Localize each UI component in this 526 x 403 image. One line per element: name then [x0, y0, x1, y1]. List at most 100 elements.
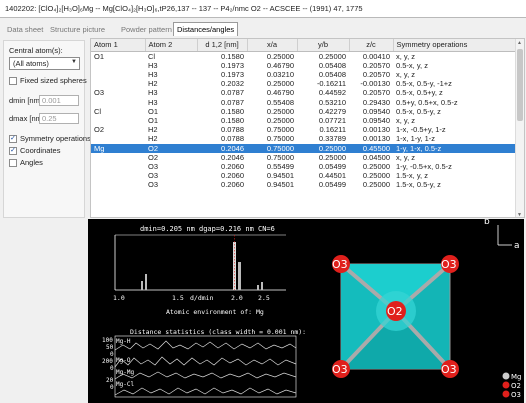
dmin-field: dmin [nm]: 0.001: [9, 94, 79, 107]
symmetry-operations-label: Symmetry operations: [20, 134, 91, 143]
table-cell: 0.55408: [266, 97, 294, 107]
table-cell: 0.09540: [362, 115, 390, 125]
table-cell: O3: [148, 161, 159, 171]
dmax-label: dmax [nm]:: [9, 114, 47, 123]
table-row[interactable]: H3 0.1973 0.46790 0.05408 0.20570 0.5-x, y, z: [91, 61, 517, 70]
col-atom1-header[interactable]: Atom 1: [91, 39, 146, 52]
table-cell: 0.45500: [349, 143, 393, 153]
table-cell: 0.46790: [266, 60, 294, 70]
table-cell: 0.75000: [266, 125, 294, 135]
table-cell: H3: [148, 69, 158, 79]
table-cell: 0.05408: [318, 60, 346, 70]
table-cell: 0.5+y, 0.5+x, 0.5-z: [396, 97, 458, 107]
angles-checkbox[interactable]: Angles: [9, 157, 79, 168]
table-cell: H2: [148, 134, 158, 144]
table-cell: [91, 116, 145, 125]
stats-ytick: 20: [106, 377, 114, 384]
table-cell: 0.1580: [221, 106, 244, 116]
tab-distances-angles[interactable]: Distances/angles: [173, 22, 239, 36]
center-atom-label: O2: [387, 305, 403, 318]
table-row[interactable]: O3 0.2060 0.94501 0.05499 0.25000 1.5-x, 0.5-…: [91, 180, 517, 189]
table-row[interactable]: O2 H2 0.0788 0.75000 0.16211 0.00130 1-x, -0.5…: [91, 125, 517, 134]
scroll-up-icon[interactable]: ▲: [517, 40, 522, 46]
table-cell: 0.55499: [266, 161, 294, 171]
structure-legend: Mg O2 O3: [502, 372, 521, 399]
tab-powder-pattern[interactable]: Powder pattern: [118, 24, 175, 36]
distances-table: Atom 1 Atom 2 d 1,2 [nm] x/a y/b z/c Sym…: [91, 39, 518, 190]
table-row[interactable]: H3 0.1973 0.03210 0.05408 0.20570 x, y, z: [91, 70, 517, 79]
table-cell: 0.25000: [266, 115, 294, 125]
table-header-row: Atom 1 Atom 2 d 1,2 [nm] x/a y/b z/c Sym…: [91, 39, 518, 52]
table-cell: 0.05408: [318, 69, 346, 79]
table-cell: 0.20570: [362, 88, 390, 98]
scrollbar-thumb[interactable]: [517, 49, 523, 121]
table-row[interactable]: Mg O2 0.2046 0.75000 0.25000 0.45500 1-y, 1-x,…: [91, 143, 517, 153]
table-cell: O1: [148, 115, 159, 125]
checkmark-icon: ✓: [9, 134, 17, 143]
table-cell: 0.05499: [318, 161, 346, 171]
central-atoms-label: Central atom(s):: [9, 46, 63, 55]
table-cell: 0.25000: [318, 51, 346, 61]
axes-indicator: [497, 225, 512, 246]
hist-tick-3: 2.0: [231, 294, 243, 302]
symmetry-operations-checkbox[interactable]: ✓ Symmetry operations: [9, 133, 91, 144]
table-row[interactable]: H2 0.0788 0.75000 0.33789 0.00130 1-x, 1-y, 1…: [91, 134, 517, 143]
table-cell: 1-y, -0.5+x, 0.5-z: [396, 161, 452, 171]
table-cell: 0.25000: [266, 51, 294, 61]
scroll-down-icon[interactable]: ▼: [517, 212, 522, 217]
table-cell: 0.94501: [266, 180, 294, 190]
table-scrollbar[interactable]: ▲ ▼: [515, 39, 524, 217]
central-atoms-select[interactable]: (All atoms) ▼: [9, 57, 80, 70]
table-row[interactable]: O3 H3 0.0787 0.46790 0.44592 0.20570 0.5-x, 0.…: [91, 88, 517, 97]
table-cell: 0.44592: [318, 88, 346, 98]
dmin-input[interactable]: 0.001: [39, 95, 79, 106]
table-cell: Cl: [148, 51, 156, 61]
table-cell: 0.25000: [297, 143, 349, 153]
col-x-header[interactable]: x/a: [247, 39, 298, 52]
table-cell: 0.0788: [221, 134, 244, 144]
stats-ytick: 0: [110, 384, 114, 391]
table-row[interactable]: O3 0.2060 0.94501 0.44501 0.25000 1.5-x, y, z: [91, 171, 517, 180]
histogram-bar: [257, 285, 259, 290]
tab-data-sheet[interactable]: Data sheet: [4, 24, 46, 36]
tab-structure-picture[interactable]: Structure picture: [47, 24, 108, 36]
table-cell: O1: [148, 106, 159, 116]
table-cell: 0.1973: [221, 60, 244, 70]
dmax-input[interactable]: 0.25: [39, 113, 79, 124]
col-atom2-header[interactable]: Atom 2: [145, 39, 198, 52]
table-cell: H2: [148, 125, 158, 135]
table-cell: x, y, z: [396, 69, 416, 79]
dmin-label: dmin [nm]:: [9, 96, 45, 105]
histogram-header: dmin=0.205 nm dgap=0.216 nm CN=6: [140, 225, 275, 233]
fixed-spheres-checkbox[interactable]: Fixed sized spheres: [9, 75, 87, 86]
table-row[interactable]: O1 Cl 0.1580 0.25000 0.25000 0.00410 x, y, z: [91, 51, 517, 61]
table-cell: Mg: [91, 143, 145, 153]
coordinates-checkbox[interactable]: ✓ Coordinates: [9, 145, 79, 156]
table-row[interactable]: Cl O1 0.1580 0.25000 0.42279 0.09540 0.5-x, 0.…: [91, 107, 517, 116]
table-cell: 0.25000: [266, 79, 294, 89]
table-cell: H3: [148, 88, 158, 98]
table-cell: x, y, z: [396, 115, 416, 125]
atom-label: O3: [441, 363, 457, 376]
table-row[interactable]: H3 0.0787 0.55408 0.53210 0.29430 0.5+y, 0.5+…: [91, 98, 517, 107]
table-cell: 0.2060: [221, 161, 244, 171]
table-row[interactable]: O1 0.1580 0.25000 0.07721 0.09540 x, y, z: [91, 116, 517, 125]
hist-tick-2: 1.5: [172, 294, 184, 302]
table-cell: [91, 98, 145, 107]
table-cell: 1-x, 1-y, 1-z: [396, 134, 436, 144]
col-y-header[interactable]: y/b: [297, 39, 350, 52]
axis-a-label: a: [514, 241, 520, 251]
table-cell: O3: [94, 88, 105, 98]
col-z-header[interactable]: z/c: [349, 39, 394, 52]
checkbox-unchecked-icon: [9, 76, 17, 85]
col-symmetry-header[interactable]: Symmetry operations: [393, 39, 518, 52]
table-cell: H3: [148, 97, 158, 107]
table-cell: 0.20570: [362, 60, 390, 70]
col-distance-header[interactable]: d 1,2 [nm]: [197, 39, 248, 52]
table-cell: H2: [148, 79, 158, 89]
hist-tick-4: 2.5: [258, 294, 270, 302]
table-row[interactable]: H2 0.2032 0.25000 -0.16211 -0.00130 0.5-x, 0.…: [91, 79, 517, 88]
histogram-bar: [261, 282, 263, 290]
table-row[interactable]: O2 0.2046 0.75000 0.25000 0.04500 x, y, z: [91, 153, 517, 162]
table-row[interactable]: O3 0.2060 0.55499 0.05499 0.25000 1-y, -0.5+x…: [91, 162, 517, 171]
